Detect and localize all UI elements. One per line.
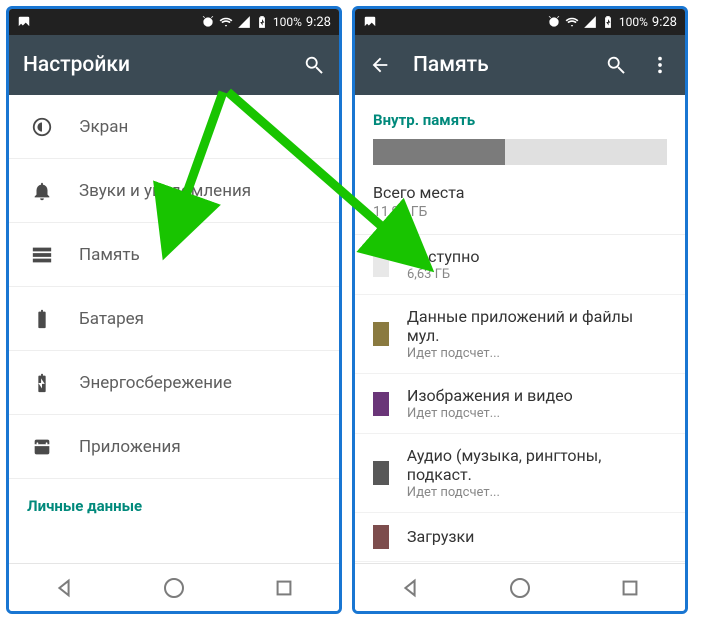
nav-bar bbox=[9, 563, 339, 611]
gallery-icon bbox=[17, 15, 31, 29]
bell-icon bbox=[31, 180, 53, 202]
swatch-icon bbox=[373, 392, 389, 416]
swatch-icon bbox=[373, 525, 389, 549]
storage-item-sub: Идет подсчет... bbox=[407, 346, 667, 361]
storage-item-audio[interactable]: Аудио (музыка, рингтоны, подкаст. Идет п… bbox=[355, 434, 685, 513]
settings-item-label: Звуки и уведомления bbox=[79, 181, 251, 201]
alarm-icon bbox=[201, 15, 215, 29]
signal-icon bbox=[583, 15, 597, 29]
settings-item-label: Экран bbox=[79, 117, 128, 137]
nav-back-button[interactable] bbox=[44, 568, 84, 608]
phone-left: 100% 9:28 Настройки Экран Звуки и уведом… bbox=[6, 6, 342, 614]
total-space: Всего места 11,99 ГБ bbox=[355, 183, 685, 235]
settings-item-apps[interactable]: Приложения bbox=[9, 415, 339, 479]
section-header-personal: Личные данные bbox=[9, 479, 339, 521]
storage-item-label: Аудио (музыка, рингтоны, подкаст. bbox=[407, 446, 667, 484]
settings-item-battery[interactable]: Батарея bbox=[9, 287, 339, 351]
status-time: 9:28 bbox=[652, 15, 677, 30]
back-icon[interactable] bbox=[369, 54, 391, 76]
gallery-icon bbox=[363, 15, 377, 29]
signal-icon bbox=[237, 15, 251, 29]
settings-item-label: Приложения bbox=[79, 437, 181, 457]
battery-percent: 100% bbox=[273, 15, 302, 29]
nav-recent-button[interactable] bbox=[264, 568, 304, 608]
nav-home-button[interactable] bbox=[500, 568, 540, 608]
settings-item-label: Батарея bbox=[79, 309, 144, 329]
storage-item-images[interactable]: Изображения и видео Идет подсчет... bbox=[355, 374, 685, 434]
usage-bar-used bbox=[373, 139, 505, 165]
nav-home-button[interactable] bbox=[154, 568, 194, 608]
storage-item-label: Доступно bbox=[407, 247, 479, 266]
nav-bar bbox=[355, 563, 685, 611]
storage-item-label: Изображения и видео bbox=[407, 386, 573, 405]
battery-icon bbox=[31, 308, 53, 330]
battery-charging-icon bbox=[601, 15, 615, 29]
settings-item-label: Память bbox=[79, 245, 140, 265]
page-title: Настройки bbox=[23, 53, 130, 77]
settings-item-display[interactable]: Экран bbox=[9, 95, 339, 159]
nav-back-button[interactable] bbox=[390, 568, 430, 608]
battery-charging-icon bbox=[255, 15, 269, 29]
total-space-value: 11,99 ГБ bbox=[373, 204, 667, 220]
wifi-icon bbox=[219, 15, 233, 29]
settings-item-sound[interactable]: Звуки и уведомления bbox=[9, 159, 339, 223]
search-icon[interactable] bbox=[303, 54, 325, 76]
storage-item-sub: Идет подсчет... bbox=[407, 485, 667, 500]
storage-item-sub: Идет подсчет... bbox=[407, 406, 573, 421]
settings-item-label: Энергосбережение bbox=[79, 373, 232, 393]
status-bar: 100% 9:28 bbox=[9, 9, 339, 35]
storage-item-sub: 6,63 ГБ bbox=[407, 267, 479, 282]
swatch-icon bbox=[373, 322, 389, 346]
storage-item-available[interactable]: Доступно 6,63 ГБ bbox=[355, 235, 685, 295]
storage-icon bbox=[31, 244, 53, 266]
storage-item-label: Загрузки bbox=[407, 527, 474, 546]
swatch-icon bbox=[373, 253, 389, 277]
brightness-icon bbox=[31, 116, 53, 138]
app-bar: Настройки bbox=[9, 35, 339, 95]
alarm-icon bbox=[547, 15, 561, 29]
status-bar: 100% 9:28 bbox=[355, 9, 685, 35]
more-icon[interactable] bbox=[649, 54, 671, 76]
settings-list: Экран Звуки и уведомления Память Батарея… bbox=[9, 95, 339, 563]
apps-icon bbox=[31, 436, 53, 458]
settings-item-storage[interactable]: Память bbox=[9, 223, 339, 287]
total-space-label: Всего места bbox=[373, 183, 667, 202]
swatch-icon bbox=[373, 461, 389, 485]
storage-item-label: Данные приложений и файлы мул. bbox=[407, 307, 667, 345]
nav-recent-button[interactable] bbox=[610, 568, 650, 608]
settings-item-battery-saver[interactable]: Энергосбережение bbox=[9, 351, 339, 415]
search-icon[interactable] bbox=[605, 54, 627, 76]
storage-item-downloads[interactable]: Загрузки bbox=[355, 513, 685, 562]
status-time: 9:28 bbox=[306, 15, 331, 30]
wifi-icon bbox=[565, 15, 579, 29]
page-title: Память bbox=[413, 53, 489, 77]
phone-right: 100% 9:28 Память Внутр. память Всего мес… bbox=[352, 6, 688, 614]
usage-bar bbox=[373, 139, 667, 165]
storage-item-apps[interactable]: Данные приложений и файлы мул. Идет подс… bbox=[355, 295, 685, 374]
app-bar: Память bbox=[355, 35, 685, 95]
internal-storage-header: Внутр. память bbox=[355, 95, 685, 139]
battery-saver-icon bbox=[31, 372, 53, 394]
battery-percent: 100% bbox=[619, 15, 648, 29]
